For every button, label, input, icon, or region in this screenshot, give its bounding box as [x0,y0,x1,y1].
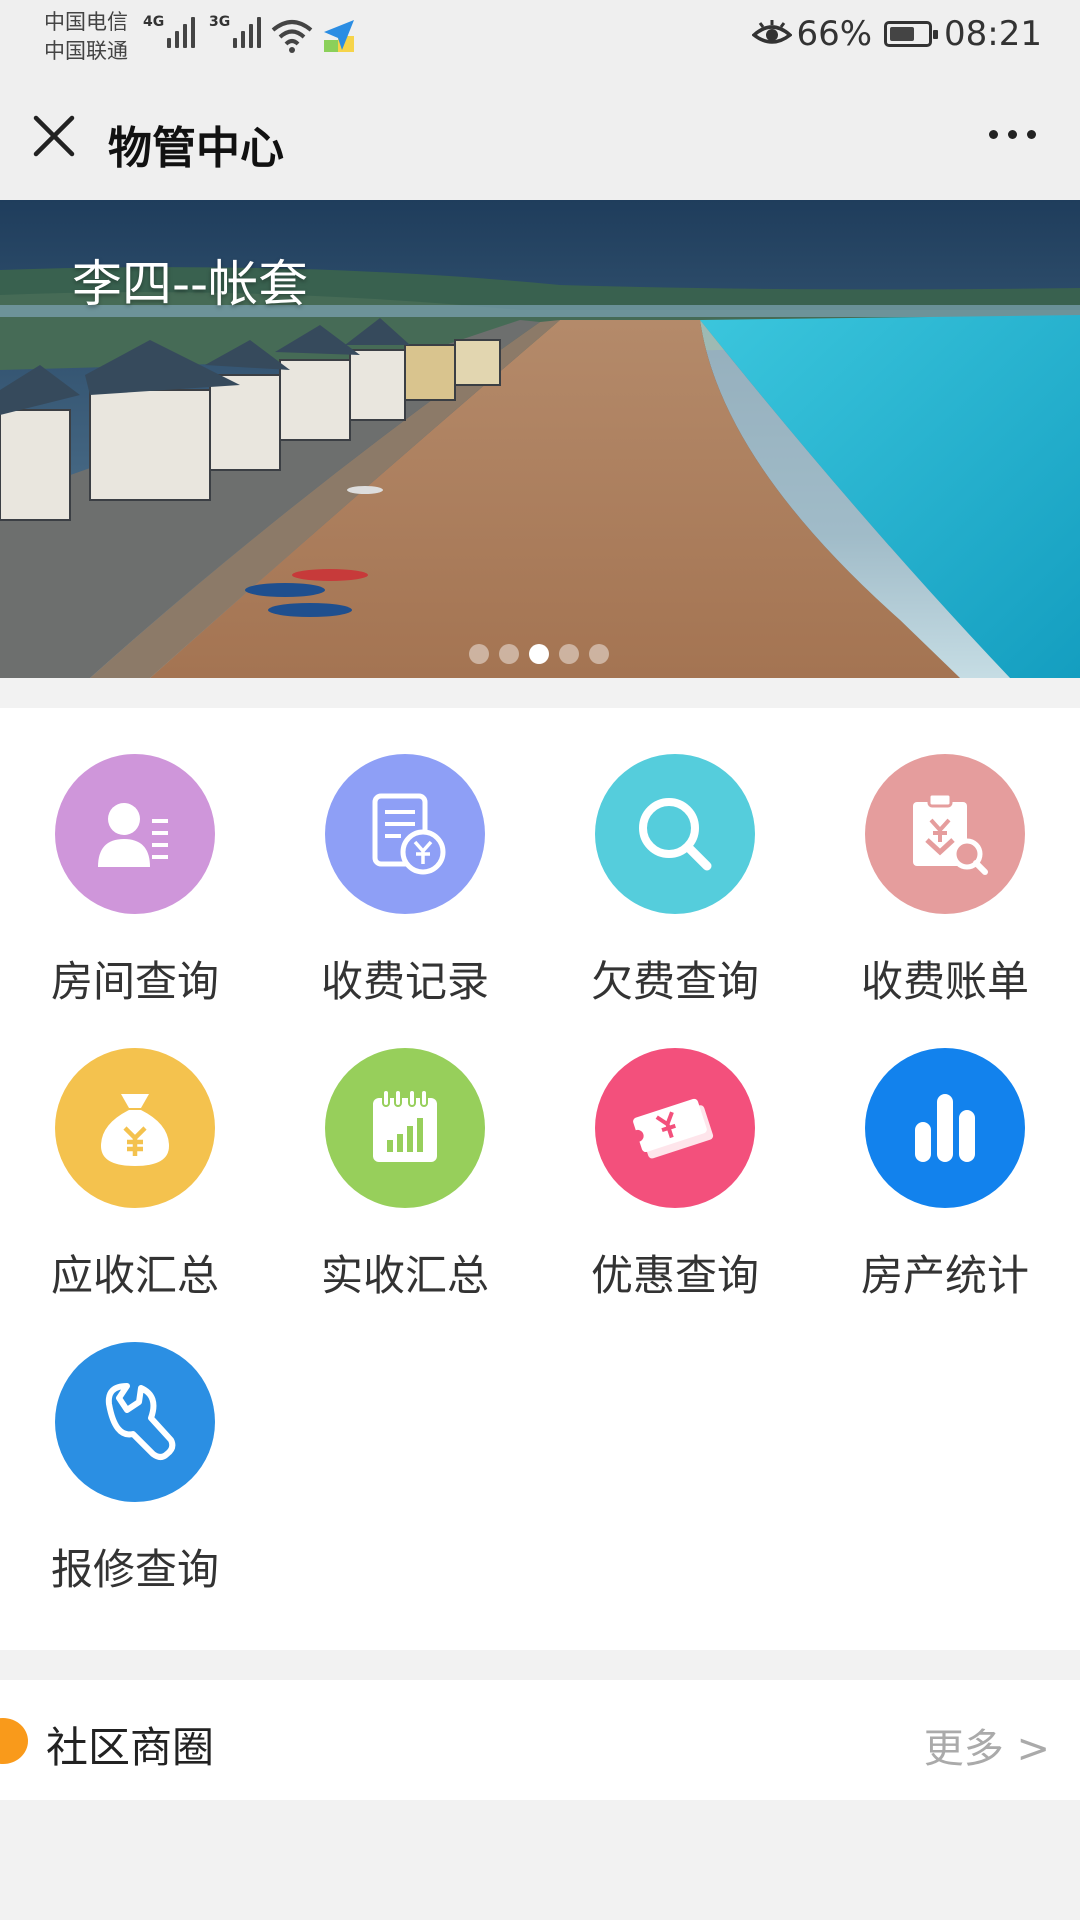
grid-item-payment-bill[interactable]: 收费账单 [810,708,1080,1006]
grid-item-room-query[interactable]: 房间查询 [0,708,270,1006]
battery-percent: 66% [796,14,873,54]
signal-icon-2: 3G [209,14,262,48]
bill-search-icon [865,754,1025,914]
grid-item-label: 房间查询 [50,957,219,1006]
grid-item-discount-query[interactable]: 优惠查询 [540,1002,810,1300]
grid-item-actual-summary[interactable]: 实收汇总 [270,1002,540,1300]
battery-icon [884,21,939,47]
network-type-2: 3G [209,14,231,30]
carousel-dots [469,644,609,664]
receipt-yuan-icon [325,754,485,914]
money-bag-icon [55,1048,215,1208]
wrench-icon [55,1342,215,1502]
grid-item-label: 房产统计 [860,1251,1029,1300]
page-title: 物管中心 [108,123,284,174]
carrier-2: 中国联通 [44,39,128,63]
carrier-1: 中国电信 [44,10,128,34]
grid-item-receivable-summary[interactable]: 应收汇总 [0,1002,270,1300]
carrier-info: 中国电信 中国联通 [44,8,128,66]
calendar-chart-icon [325,1048,485,1208]
network-type-1: 4G [143,14,165,30]
clock: 08:21 [944,14,1042,54]
status-bar: 中国电信 中国联通 4G 3G 66% 08:21 [0,0,1080,76]
banner-title: 李四--帐套 [72,255,309,313]
coupon-icon [595,1048,755,1208]
bar-stats-icon [865,1048,1025,1208]
app-notification-icon [324,20,354,52]
grid-item-arrears-query[interactable]: 欠费查询 [540,708,810,1006]
close-icon[interactable] [30,112,82,164]
grid-item-label: 优惠查询 [590,1251,759,1300]
search-icon [595,754,755,914]
carousel-dot-active[interactable] [529,644,549,664]
banner-carousel[interactable]: 李四--帐套 [0,200,1080,678]
grid-item-label: 应收汇总 [50,1251,219,1300]
more-link[interactable]: 更多 > [924,1716,1050,1774]
carousel-dot[interactable] [499,644,519,664]
grid-item-label: 实收汇总 [320,1251,489,1300]
person-card-icon [55,754,215,914]
grid-item-label: 收费记录 [320,957,489,1006]
status-right: 66% 08:21 [752,14,1042,54]
signal-icon: 4G [143,14,196,48]
section-marker [0,1718,28,1764]
eye-icon [752,20,793,44]
wifi-icon [271,20,313,53]
carousel-dot[interactable] [589,644,609,664]
function-grid: 房间查询 收费记录 欠费查询 收费账单 应收汇总 实收汇总 优惠查询 房产统计 … [0,708,1080,1650]
carousel-dot[interactable] [469,644,489,664]
nav-bar: 物管中心 [0,76,1080,200]
grid-item-property-stats[interactable]: 房产统计 [810,1002,1080,1300]
grid-item-label: 收费账单 [860,957,1029,1006]
carousel-dot[interactable] [559,644,579,664]
more-icon[interactable] [989,130,1036,139]
grid-item-payment-records[interactable]: 收费记录 [270,708,540,1006]
community-section: 社区商圈 更多 > [0,1680,1080,1800]
grid-item-repair-query[interactable]: 报修查询 [0,1296,270,1594]
grid-item-label: 报修查询 [50,1545,219,1594]
section-title: 社区商圈 [46,1723,215,1772]
grid-item-label: 欠费查询 [590,957,759,1006]
